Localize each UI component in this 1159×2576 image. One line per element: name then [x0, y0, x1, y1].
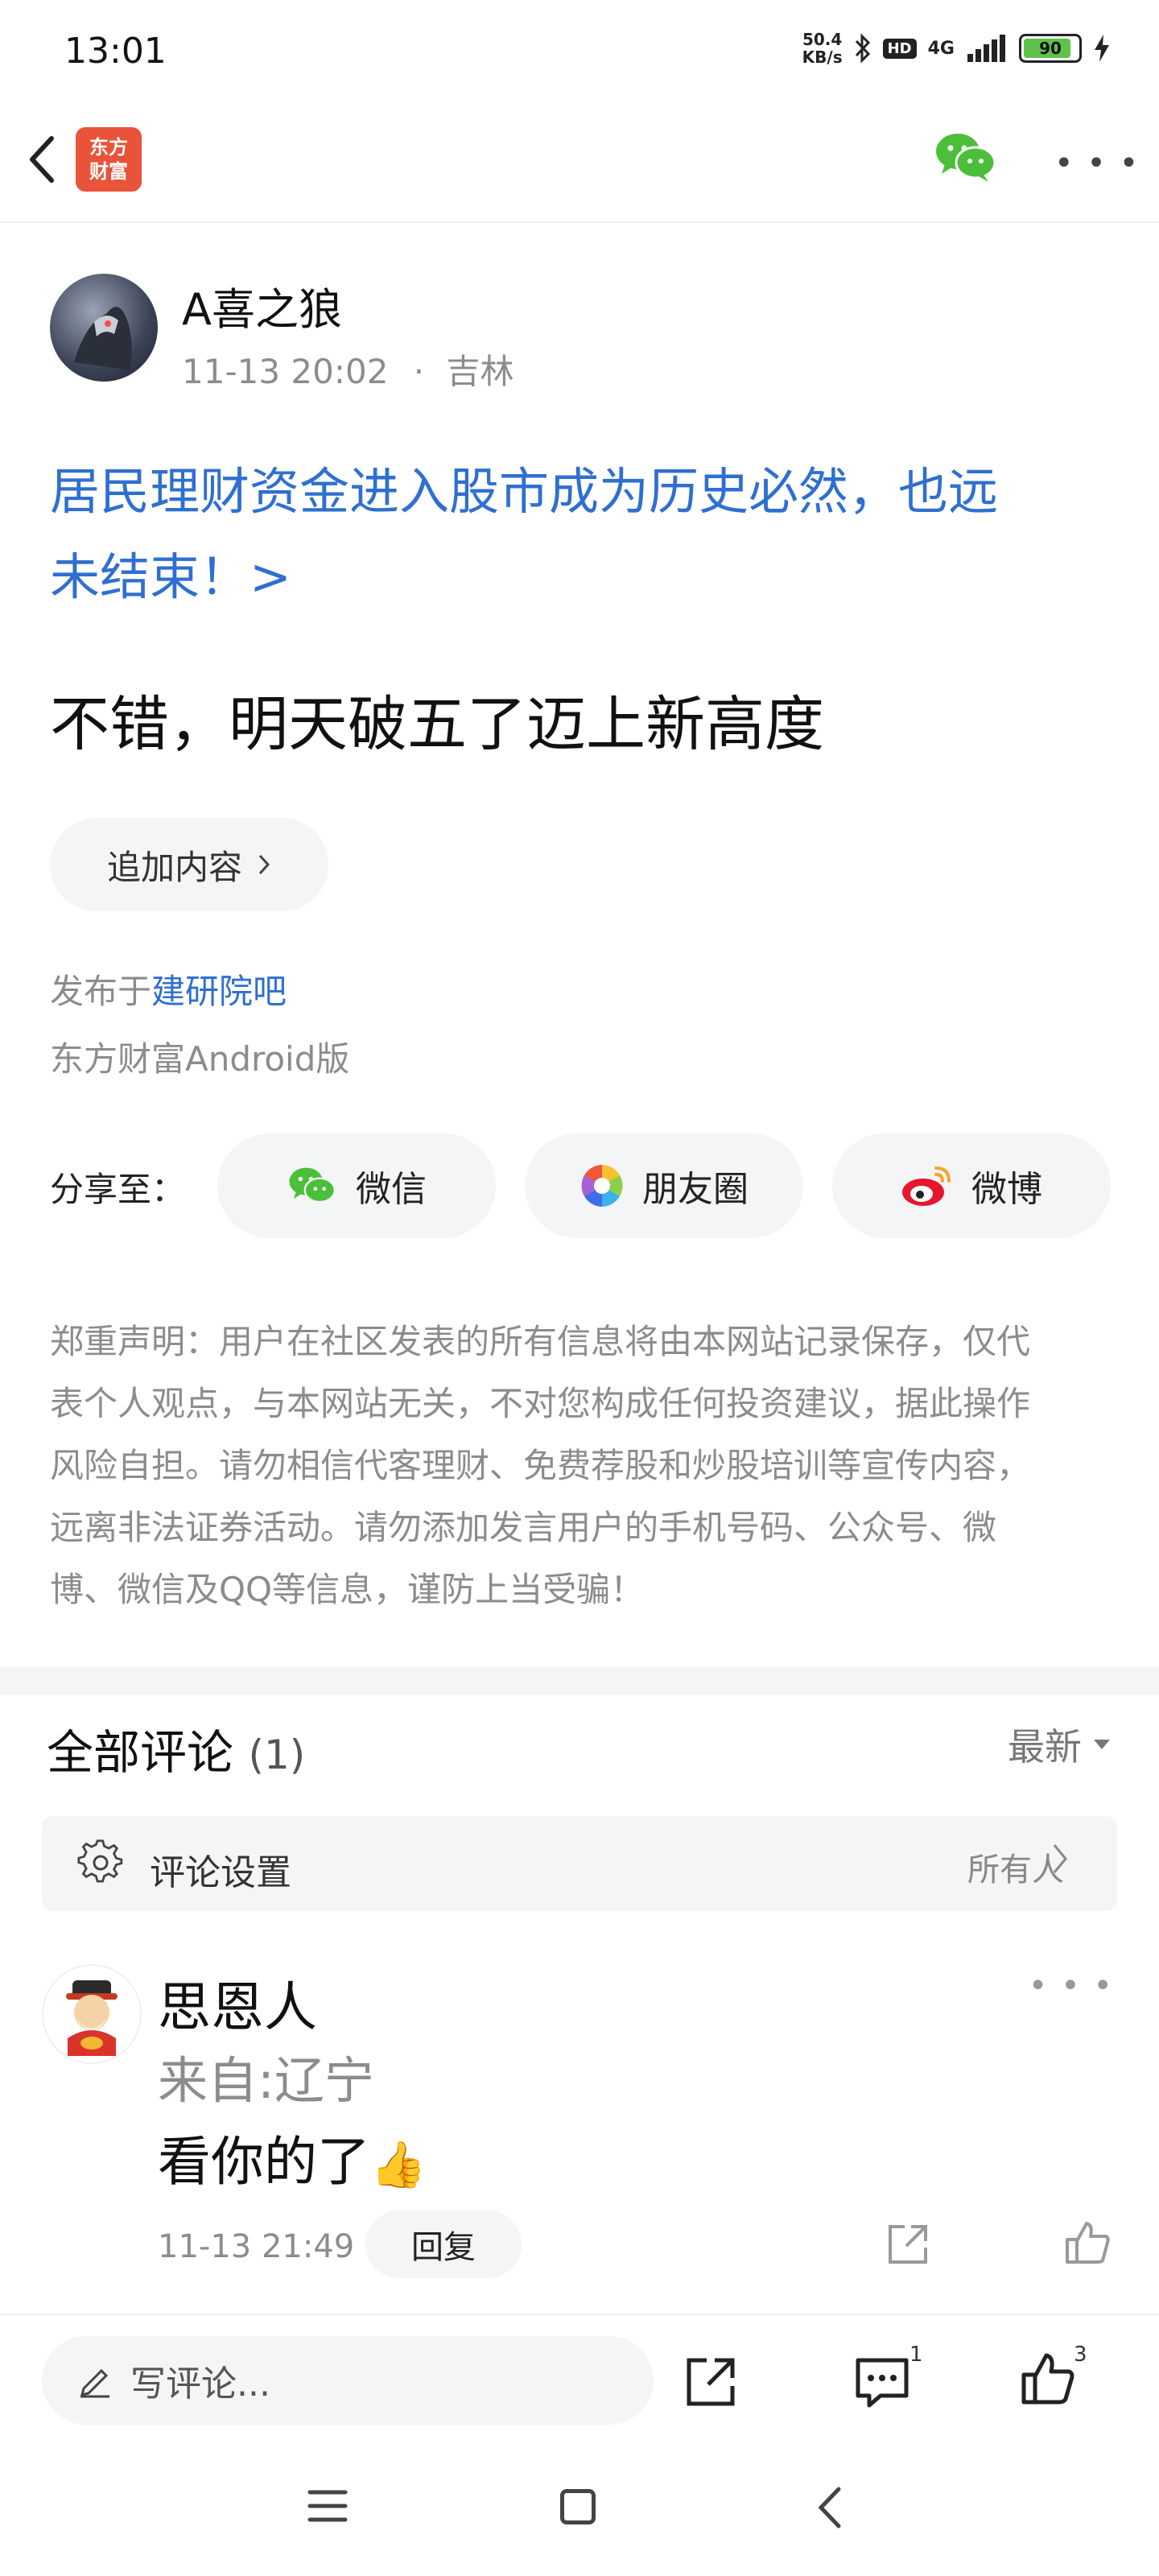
home-icon[interactable]: [560, 2489, 596, 2524]
like-icon[interactable]: [1019, 2351, 1075, 2407]
post-meta: 11-13 20:02 · 吉林: [182, 352, 514, 391]
write-comment-input[interactable]: 写评论...: [42, 2336, 654, 2425]
comment-more-icon[interactable]: • • •: [1029, 1967, 1114, 2004]
comment-time: 11-13 21:49: [158, 2228, 355, 2265]
published-in: 发布于建研院吧: [50, 972, 287, 1011]
wolf-avatar-icon: [74, 307, 132, 370]
share-moments-button[interactable]: 朋友圈: [525, 1133, 803, 1238]
back-arrow-icon[interactable]: [23, 127, 61, 192]
status-time: 13:01: [64, 31, 167, 72]
signal-label: 4G: [927, 38, 955, 59]
hd-badge: HD: [882, 38, 917, 59]
reply-button[interactable]: 回复: [365, 2211, 522, 2278]
commenter-avatar[interactable]: [42, 1964, 142, 2064]
commenter-name[interactable]: 思恩人: [158, 1964, 317, 2041]
sort-dropdown[interactable]: 最新: [1008, 1718, 1111, 1771]
caret-down-icon: [1094, 1740, 1110, 1749]
forum-link[interactable]: 建研院吧: [151, 972, 287, 1011]
share-label: 分享至：: [50, 1170, 186, 1209]
moments-icon: [581, 1165, 623, 1207]
comments-count: (1): [248, 1732, 306, 1778]
share-comment-icon[interactable]: [885, 2222, 930, 2267]
section-divider: [0, 1666, 1159, 1695]
like-count: 3: [1074, 2343, 1087, 2367]
chevron-right-icon: [258, 854, 270, 875]
client-info: 东方财富Android版: [50, 1039, 350, 1079]
fortune-god-avatar-icon: [66, 1980, 118, 2056]
post-body: 不错，明天破五了迈上新高度: [50, 690, 824, 759]
status-icons: 50.4 KB/s HD 4G 90: [802, 31, 1111, 66]
thumbs-up-emoji: 👍: [370, 2139, 427, 2191]
signal-icon: [967, 35, 1005, 62]
app-logo: 东方 财富: [76, 127, 142, 192]
share-wechat-button[interactable]: 微信: [217, 1133, 496, 1238]
comment-count: 1: [909, 2343, 923, 2367]
comment-text: 看你的了👍: [158, 2131, 427, 2193]
commenter-location: 来自:辽宁: [158, 2051, 374, 2110]
comment-icon[interactable]: [853, 2354, 911, 2410]
wechat-icon[interactable]: [934, 129, 998, 185]
pencil-icon: [80, 2368, 109, 2398]
append-content-button[interactable]: 追加内容: [50, 818, 328, 911]
network-speed: 50.4 KB/s: [802, 30, 843, 67]
battery-icon: 90: [1019, 34, 1082, 63]
author-avatar[interactable]: [50, 274, 158, 382]
author-name[interactable]: A喜之狼: [182, 274, 342, 337]
post-title-link[interactable]: 居民理财资金进入股市成为历史必然，也远 未结束！>: [50, 449, 1112, 620]
menu-icon[interactable]: [307, 2487, 348, 2524]
share-weibo-button[interactable]: 微博: [832, 1133, 1111, 1238]
gear-icon: [77, 1839, 123, 1883]
comments-title: 全部评论 (1): [47, 1725, 306, 1780]
charging-icon: [1095, 35, 1109, 62]
more-icon[interactable]: • • •: [1054, 145, 1140, 182]
bluetooth-icon: [855, 33, 870, 64]
comment-settings-label: 评论设置: [150, 1852, 291, 1893]
system-back-icon[interactable]: [813, 2484, 845, 2531]
comment-settings-value: 所有人: [967, 1852, 1064, 1889]
bottom-bar-divider: [0, 2314, 1159, 2315]
like-comment-icon[interactable]: [1064, 2220, 1111, 2265]
header-divider: [0, 221, 1159, 223]
share-icon[interactable]: [683, 2354, 739, 2410]
chevron-right-icon: [1053, 1844, 1067, 1873]
weibo-icon: [902, 1166, 951, 1206]
wechat-icon: [289, 1167, 336, 1203]
disclaimer: 郑重声明：用户在社区发表的所有信息将由本网站记录保存，仅代 表个人观点，与本网站…: [50, 1322, 1031, 1609]
